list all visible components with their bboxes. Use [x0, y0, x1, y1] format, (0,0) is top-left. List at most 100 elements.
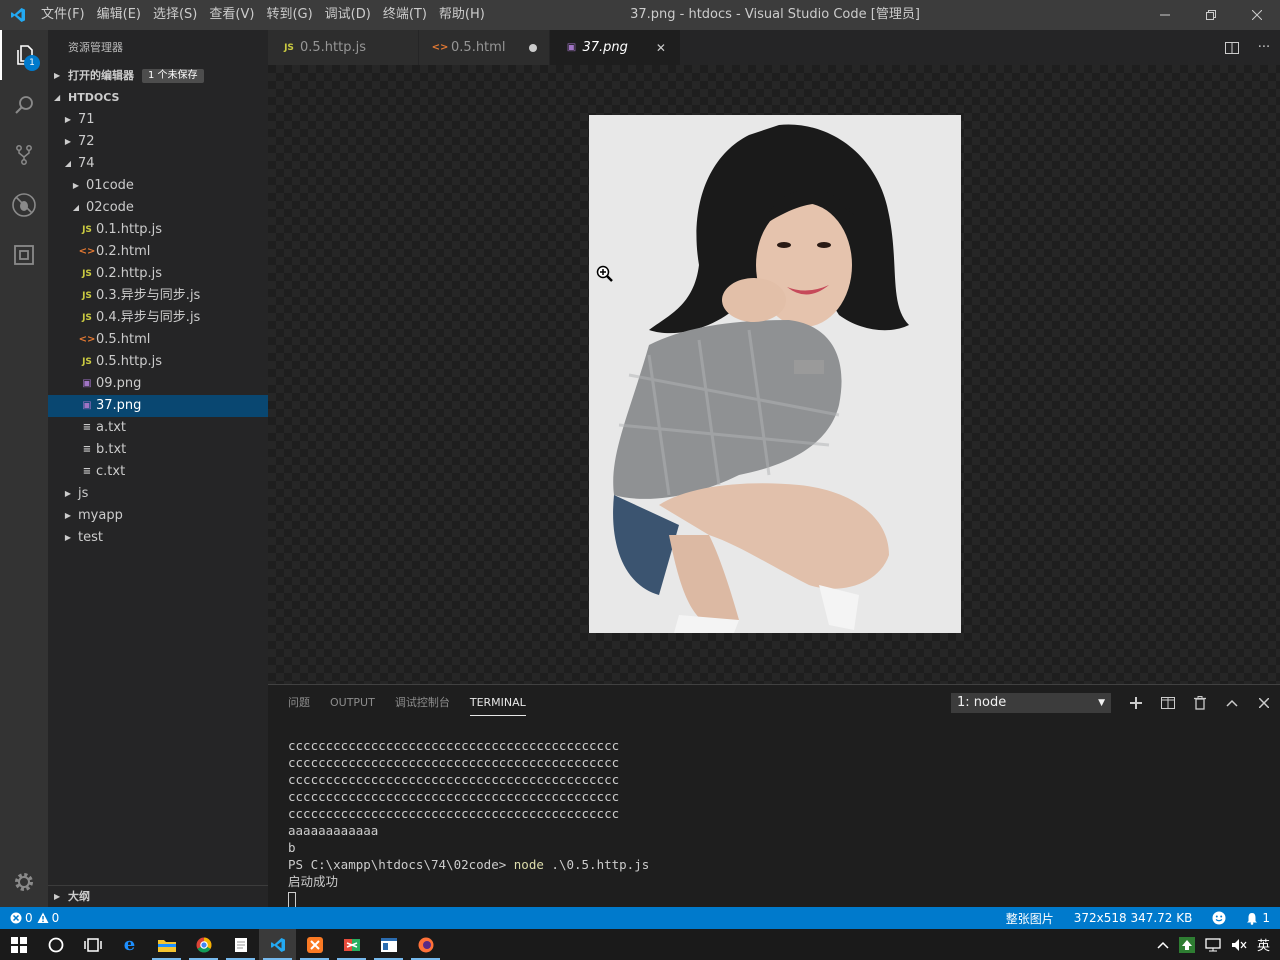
menu-debug[interactable]: 调试(D) [319, 0, 377, 30]
maximize-panel-button[interactable] [1216, 685, 1248, 721]
tree-file-item[interactable]: JS 0.4.异步与同步.js [48, 307, 268, 329]
tree-folder-item[interactable]: ◢ 74 [48, 153, 268, 175]
menu-go[interactable]: 转到(G) [260, 0, 318, 30]
menu-help[interactable]: 帮助(H) [433, 0, 491, 30]
volume-button[interactable] [1226, 938, 1252, 952]
tab-output[interactable]: OUTPUT [330, 685, 375, 721]
tree-item-label: test [78, 530, 103, 545]
tree-file-item[interactable]: ▣ 37.png [48, 395, 268, 417]
source-control-view-button[interactable] [0, 130, 48, 180]
terminal-output[interactable]: cccccccccccccccccccccccccccccccccccccccc… [288, 737, 649, 908]
tree-file-item[interactable]: ≡ b.txt [48, 439, 268, 461]
tree-file-item[interactable]: JS 0.5.http.js [48, 351, 268, 373]
firefox-app[interactable] [407, 929, 444, 960]
tree-file-item[interactable]: <> 0.5.html [48, 329, 268, 351]
outline-header[interactable]: ▶ 大纲 [48, 885, 268, 907]
image-zoom-status[interactable]: 整张图片 [996, 910, 1064, 927]
outline-label: 大纲 [68, 889, 90, 903]
bell-icon [1247, 912, 1258, 925]
vscode-icon [270, 937, 285, 952]
tree-folder-item[interactable]: ▶ js [48, 483, 268, 505]
snipping-app[interactable] [333, 929, 370, 960]
plus-icon [1130, 697, 1142, 709]
menu-file[interactable]: 文件(F) [35, 0, 91, 30]
image-preview-area[interactable] [268, 65, 1280, 684]
close-window-button[interactable] [1234, 0, 1280, 30]
split-terminal-button[interactable] [1152, 685, 1184, 721]
extensions-view-button[interactable] [0, 230, 48, 280]
feedback-button[interactable] [1202, 911, 1236, 925]
tab-debug-console[interactable]: 调试控制台 [395, 685, 450, 721]
explorer-view-button[interactable]: 1 [0, 30, 48, 80]
edge-app[interactable]: e [111, 929, 148, 960]
split-editor-button[interactable] [1216, 30, 1248, 65]
notepad-app[interactable] [222, 929, 259, 960]
tree-file-item[interactable]: ≡ c.txt [48, 461, 268, 483]
tree-file-item[interactable]: <> 0.2.html [48, 241, 268, 263]
text-file-icon: ≡ [82, 466, 92, 477]
more-actions-button[interactable]: ··· [1248, 30, 1280, 65]
menu-edit[interactable]: 编辑(E) [91, 0, 147, 30]
file-explorer-app[interactable] [148, 929, 185, 960]
tab-0-5-http-js[interactable]: JS 0.5.http.js [268, 30, 420, 65]
tree-file-item[interactable]: JS 0.3.异步与同步.js [48, 285, 268, 307]
start-button[interactable] [0, 929, 37, 960]
workspace-root-header[interactable]: ◢ HTDOCS [48, 87, 268, 109]
task-view-button[interactable] [74, 929, 111, 960]
preview-image[interactable] [589, 115, 961, 633]
html-file-icon: <> [78, 334, 96, 345]
terminal-input-line[interactable] [288, 890, 649, 908]
chrome-app[interactable] [185, 929, 222, 960]
tab-0-5-html[interactable]: <> 0.5.html [419, 30, 551, 65]
notifications-button[interactable]: 1 [1236, 911, 1280, 925]
tree-folder-item[interactable]: ▶ test [48, 527, 268, 549]
input-language-button[interactable]: 英 [1252, 935, 1280, 954]
terminal-line: cccccccccccccccccccccccccccccccccccccccc… [288, 755, 620, 770]
explorer-sidebar: 资源管理器 ▶ 打开的编辑器 1 个未保存 ◢ HTDOCS ▶ 71 ▶ 72 ◢ 74… [48, 30, 268, 907]
javascript-file-icon: JS [82, 225, 92, 235]
menu-view[interactable]: 查看(V) [203, 0, 260, 30]
vscode-logo-icon [0, 0, 35, 30]
tray-app-button[interactable] [1174, 936, 1200, 953]
menu-terminal[interactable]: 终端(T) [377, 0, 433, 30]
tree-file-item[interactable]: ▣ 09.png [48, 373, 268, 395]
cortana-button[interactable] [37, 929, 74, 960]
tab-problems[interactable]: 问题 [288, 685, 310, 721]
xampp-app[interactable] [296, 929, 333, 960]
new-terminal-button[interactable] [1120, 685, 1152, 721]
tree-file-item[interactable]: ≡ a.txt [48, 417, 268, 439]
tree-folder-item[interactable]: ▶ myapp [48, 505, 268, 527]
debug-view-button[interactable] [0, 180, 48, 230]
status-bar: 0 0 整张图片 372x518 347.72 KB 1 [0, 907, 1280, 929]
chevron-right-icon: ▶ [64, 533, 72, 542]
tree-folder-item[interactable]: ▶ 01code [48, 175, 268, 197]
close-panel-button[interactable] [1248, 685, 1280, 721]
kill-terminal-button[interactable] [1184, 685, 1216, 721]
unsaved-dot-icon[interactable] [529, 43, 538, 52]
terminal-select[interactable]: 1: node ▼ [951, 693, 1111, 713]
search-view-button[interactable] [0, 80, 48, 130]
network-button[interactable] [1200, 937, 1226, 952]
tree-file-item[interactable]: JS 0.1.http.js [48, 219, 268, 241]
tree-folder-item[interactable]: ◢ 02code [48, 197, 268, 219]
tab-37-png[interactable]: ▣ 37.png ✕ [550, 30, 681, 65]
problems-status[interactable]: 0 0 [0, 911, 59, 925]
tray-overflow-button[interactable] [1152, 941, 1174, 949]
html-file-icon: <> [431, 42, 449, 53]
tab-label: 0.5.html [451, 40, 506, 55]
restore-button[interactable] [1188, 0, 1234, 30]
open-editors-header[interactable]: ▶ 打开的编辑器 1 个未保存 [48, 65, 268, 87]
manage-button[interactable] [0, 857, 48, 907]
close-tab-icon[interactable]: ✕ [654, 41, 668, 55]
tree-folder-item[interactable]: ▶ 71 [48, 109, 268, 131]
tree-file-item[interactable]: JS 0.2.http.js [48, 263, 268, 285]
terminal-cursor [288, 891, 296, 908]
tree-folder-item[interactable]: ▶ 72 [48, 131, 268, 153]
tab-terminal[interactable]: TERMINAL [469, 690, 526, 716]
vscode-app[interactable] [259, 929, 296, 960]
menu-selection[interactable]: 选择(S) [147, 0, 203, 30]
extensions-icon [14, 245, 34, 265]
window-app[interactable] [370, 929, 407, 960]
error-count: 0 [25, 911, 33, 925]
minimize-button[interactable] [1142, 0, 1188, 30]
